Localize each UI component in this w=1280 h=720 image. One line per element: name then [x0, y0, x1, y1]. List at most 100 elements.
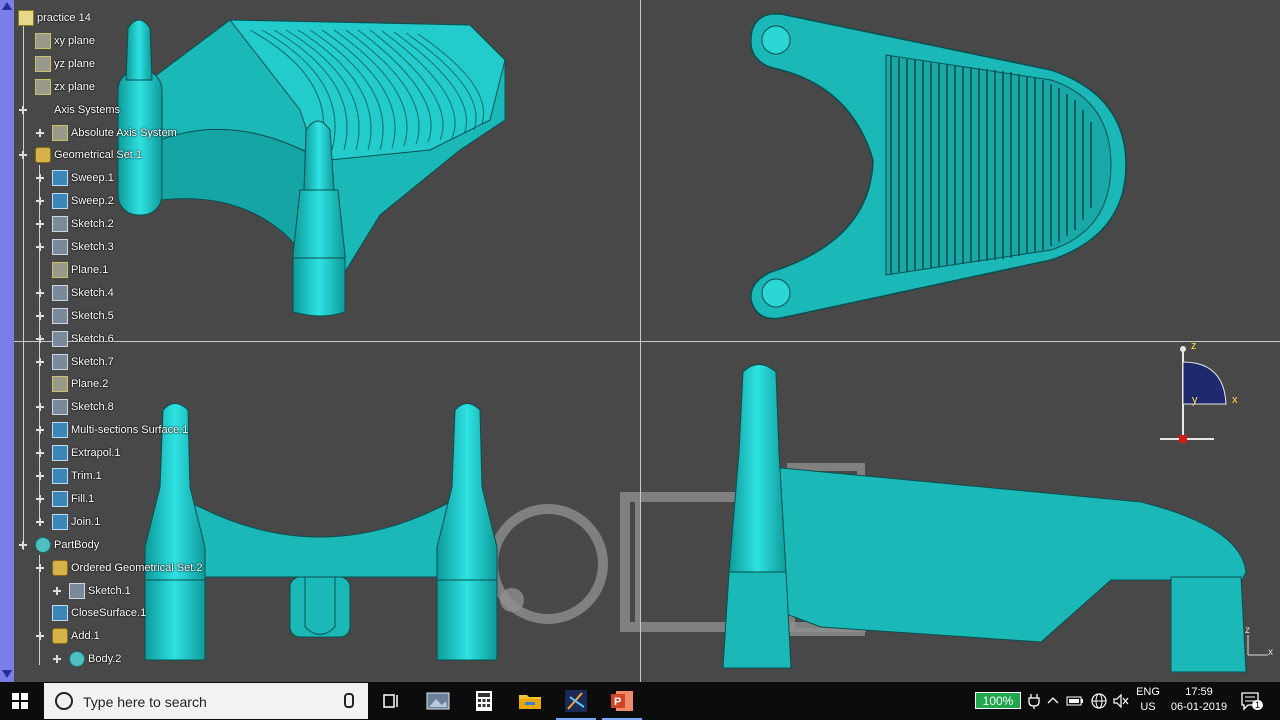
corner-axis-x-label: x: [1268, 647, 1273, 658]
file-explorer-icon[interactable]: [516, 687, 544, 715]
powerpoint-icon[interactable]: P: [602, 687, 642, 720]
tree-node[interactable]: CloseSurface.1: [52, 604, 146, 622]
tree-scrollbar[interactable]: [0, 0, 14, 682]
expand-toggle-icon[interactable]: [36, 449, 44, 458]
expand-toggle-icon[interactable]: [36, 197, 44, 206]
tree-node[interactable]: Trim.1: [36, 467, 102, 485]
calculator-icon[interactable]: [470, 687, 498, 715]
catia-app-icon[interactable]: [556, 687, 596, 720]
clock[interactable]: 17:59 06-01-2019: [1168, 686, 1230, 713]
expand-toggle-icon[interactable]: [36, 472, 44, 480]
expand-toggle-icon[interactable]: [36, 174, 44, 183]
tree-node[interactable]: Axis Systems: [19, 101, 120, 119]
3d-viewport[interactable]: z x y z x practice 14 xy plane yz plane zx …: [0, 0, 1280, 682]
tree-node[interactable]: Sketch.3: [36, 238, 114, 256]
chevron-up-icon[interactable]: [1046, 694, 1060, 708]
surface-icon: [52, 605, 68, 622]
tree-node[interactable]: Multi-sections Surface.1: [36, 421, 188, 439]
network-globe-icon[interactable]: [1090, 692, 1108, 710]
tree-node[interactable]: Extrapol.1: [36, 444, 121, 462]
action-center-button[interactable]: 1: [1240, 691, 1264, 711]
tree-node-label: Add.1: [71, 630, 100, 643]
expand-toggle-icon[interactable]: [36, 403, 44, 412]
expand-toggle-icon[interactable]: [19, 105, 27, 114]
expand-toggle-icon[interactable]: [36, 494, 44, 503]
expand-toggle-icon[interactable]: [36, 288, 44, 297]
microphone-icon[interactable]: [344, 693, 354, 708]
tree-node-label: Sketch.4: [71, 286, 114, 299]
windows-taskbar: Type here to search P 100% ENG US 17:59 …: [0, 682, 1280, 720]
tree-node[interactable]: Sweep.2: [36, 192, 114, 210]
tree-node[interactable]: Geometrical Set.1: [19, 146, 143, 164]
expand-toggle-icon[interactable]: [53, 586, 61, 595]
sketch-icon: [52, 284, 68, 301]
tree-node[interactable]: Sketch.6: [36, 330, 114, 348]
tree-node[interactable]: Sketch.7: [36, 353, 114, 371]
expand-toggle-icon[interactable]: [36, 632, 44, 641]
tree-node[interactable]: yz plane: [35, 55, 95, 73]
expand-toggle-icon[interactable]: [36, 220, 44, 229]
tree-node-label: yz plane: [54, 57, 95, 70]
expand-toggle-icon[interactable]: [36, 426, 44, 435]
language-indicator[interactable]: ENG US: [1134, 686, 1162, 713]
tree-node[interactable]: Fill.1: [36, 490, 94, 508]
tree-connector: [39, 165, 40, 525]
geoset-icon: [52, 628, 68, 645]
scroll-up-arrow-icon[interactable]: [2, 2, 12, 10]
plane-icon: [52, 124, 68, 141]
battery-icon[interactable]: [1066, 694, 1084, 708]
power-plug-icon[interactable]: [1026, 692, 1042, 710]
tree-node[interactable]: Plane.1: [52, 261, 108, 279]
tree-node[interactable]: Sketch.4: [36, 284, 114, 302]
compass-y-label: y: [1192, 394, 1198, 406]
tree-node[interactable]: PartBody: [19, 536, 99, 554]
tree-node[interactable]: zx plane: [35, 78, 95, 96]
expand-toggle-icon[interactable]: [36, 357, 44, 366]
expand-toggle-icon[interactable]: [36, 311, 44, 320]
model-top-view[interactable]: [641, 0, 1280, 341]
windows-start-icon[interactable]: [12, 693, 28, 709]
sketch-icon: [52, 307, 68, 324]
expand-toggle-icon[interactable]: [19, 540, 27, 549]
photos-app-icon[interactable]: [424, 687, 452, 715]
language-label: ENG: [1136, 686, 1160, 698]
surface-icon: [52, 513, 68, 530]
expand-toggle-icon[interactable]: [53, 655, 61, 664]
compass-widget[interactable]: z x y: [1156, 340, 1246, 452]
volume-muted-icon[interactable]: [1112, 693, 1130, 709]
tree-node[interactable]: Join.1: [36, 513, 100, 531]
task-view-icon[interactable]: [378, 687, 406, 715]
plane-icon: [52, 376, 68, 393]
tree-node[interactable]: Sketch.1: [53, 582, 131, 600]
tree-node[interactable]: Sketch.5: [36, 307, 114, 325]
tree-node[interactable]: Add.1: [36, 627, 100, 645]
battery-percent-badge[interactable]: 100%: [975, 692, 1021, 709]
scroll-down-arrow-icon[interactable]: [2, 670, 12, 678]
tree-node-label: Sketch.1: [88, 584, 131, 597]
tree-node-label: Geometrical Set.1: [54, 149, 143, 162]
axis-icon: [35, 102, 51, 118]
tree-node[interactable]: Sketch.2: [36, 215, 114, 233]
expand-toggle-icon[interactable]: [36, 243, 44, 251]
taskbar-search-box[interactable]: Type here to search: [44, 683, 368, 719]
tree-node[interactable]: Absolute Axis System: [36, 124, 177, 142]
tree-node[interactable]: practice 14: [18, 9, 91, 27]
tree-node[interactable]: Ordered Geometrical Set.2: [36, 559, 202, 577]
expand-toggle-icon[interactable]: [19, 151, 27, 160]
tree-node-label: CloseSurface.1: [71, 607, 147, 620]
tree-node[interactable]: Sweep.1: [36, 169, 114, 187]
expand-toggle-icon[interactable]: [36, 334, 44, 343]
tree-node[interactable]: Plane.2: [52, 375, 108, 393]
tree-node-label: Absolute Axis System: [71, 126, 177, 139]
compass-x-label: x: [1232, 394, 1238, 406]
surface-icon: [52, 193, 68, 210]
tree-node-label: Sweep.2: [71, 195, 114, 208]
tree-node[interactable]: Sketch.8: [36, 398, 114, 416]
tree-node[interactable]: Body.2: [53, 650, 121, 668]
tree-node[interactable]: xy plane: [35, 32, 95, 50]
specification-tree[interactable]: practice 14 xy plane yz plane zx plane Axis …: [14, 0, 214, 682]
expand-toggle-icon[interactable]: [36, 563, 44, 572]
tree-node-label: Plane.2: [71, 378, 109, 391]
expand-toggle-icon[interactable]: [36, 517, 44, 526]
expand-toggle-icon[interactable]: [36, 128, 44, 137]
